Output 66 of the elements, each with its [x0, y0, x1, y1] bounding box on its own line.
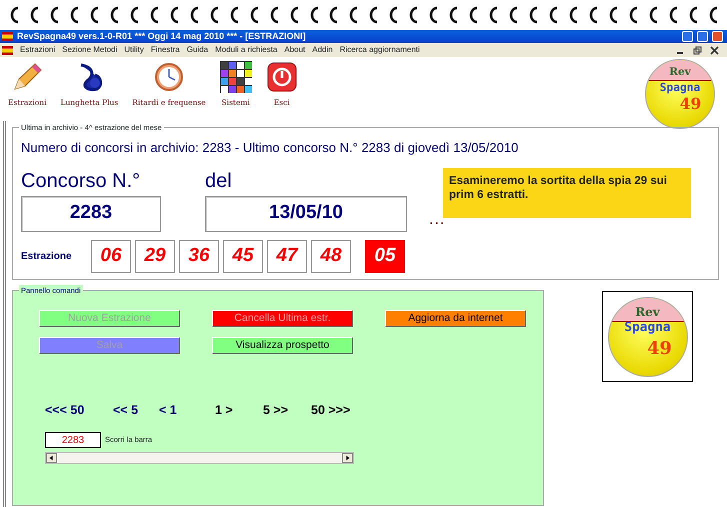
date-field[interactable]: 13/05/10 — [205, 196, 407, 232]
ring-binding-icon — [587, 4, 600, 26]
draw-label: Estrazione — [21, 250, 73, 264]
color-grid-icon — [220, 61, 252, 93]
logo-text: Spagna — [660, 82, 700, 93]
ring-binding-icon — [567, 4, 580, 26]
close-button[interactable] — [712, 31, 723, 42]
ring-binding-icon — [347, 4, 360, 26]
logo-text: Spagna — [624, 322, 671, 336]
ring-binding-icon — [627, 4, 640, 26]
ring-binding-icon — [447, 4, 460, 26]
number-field[interactable]: 47 — [267, 240, 307, 272]
power-icon — [266, 61, 298, 93]
ring-binding-icon — [507, 4, 520, 26]
menu-item[interactable]: Addin — [312, 44, 333, 56]
menu-item[interactable]: Moduli a richiesta — [215, 44, 278, 56]
note-text: Esamineremo la sortita della spia 29 sui prim 6 estratti. — [443, 168, 691, 218]
app-icon — [2, 32, 13, 41]
menu-item[interactable]: Guida — [186, 44, 208, 56]
menu-item[interactable]: Estrazioni — [20, 44, 56, 56]
logo-number: 49 — [680, 97, 702, 112]
number-field[interactable]: 36 — [179, 240, 219, 272]
ring-binding-icon — [387, 4, 400, 26]
menu-item[interactable]: Utility — [124, 44, 144, 56]
restore-button[interactable] — [697, 31, 708, 42]
menu-item[interactable]: Sezione Metodi — [62, 44, 118, 56]
scroll-value-field[interactable]: 2283 — [45, 432, 101, 448]
scroll-right-icon[interactable] — [342, 452, 353, 463]
scroll-bar[interactable] — [45, 452, 354, 464]
logo-text: Rev — [669, 67, 691, 78]
concorso-label: Concorso N.° — [21, 168, 142, 194]
nav-link[interactable]: < 1 — [159, 401, 215, 420]
archive-summary: Numero di concorsi in archivio: 2283 - Ultimo concorso N.° 2283 di giovedì 13/05/2010 — [21, 139, 520, 157]
ring-binding-icon — [467, 4, 480, 26]
nav-link[interactable]: <<< 50 — [45, 401, 113, 420]
minimize-button[interactable] — [682, 31, 693, 42]
logo-number: 49 — [647, 340, 672, 358]
date-label: del — [205, 168, 233, 194]
ring-binding-icon — [547, 4, 560, 26]
ring-binding-icon — [487, 4, 500, 26]
ring-binding-icon — [607, 4, 620, 26]
scroll-left-icon[interactable] — [46, 452, 57, 463]
restore-icon[interactable] — [693, 46, 702, 54]
logo-text: Rev — [635, 306, 660, 318]
number-field[interactable]: 06 — [91, 240, 131, 272]
number-field[interactable]: 48 — [311, 240, 351, 272]
nav-link[interactable]: << 5 — [113, 401, 159, 420]
menu-item[interactable]: About — [284, 44, 306, 56]
menu-item[interactable]: Finestra — [150, 44, 180, 56]
window-title: RevSpagna49 vers.1-0-R01 *** Oggi 14 mag 2010 *** - [ESTRAZIONI] — [17, 30, 306, 43]
close-icon[interactable] — [710, 46, 719, 54]
command-button[interactable]: Visualizza prospetto — [212, 337, 353, 354]
ring-binding-icon — [367, 4, 380, 26]
ring-binding-icon — [527, 4, 540, 26]
ring-binding-icon — [407, 4, 420, 26]
menu-item[interactable]: Ricerca aggiornamenti — [340, 44, 420, 56]
concorso-field[interactable]: 2283 — [21, 196, 161, 232]
number-field[interactable]: 05 — [365, 240, 405, 272]
command-button[interactable]: Aggiorna da internet — [385, 310, 526, 327]
number-field[interactable]: 29 — [135, 240, 175, 272]
number-field[interactable]: 45 — [223, 240, 263, 272]
document-icon — [2, 46, 13, 54]
ellipsis-text: ... — [429, 210, 446, 230]
clock-icon — [152, 61, 185, 93]
ring-binding-icon — [327, 4, 340, 26]
ring-binding-icon — [427, 4, 440, 26]
